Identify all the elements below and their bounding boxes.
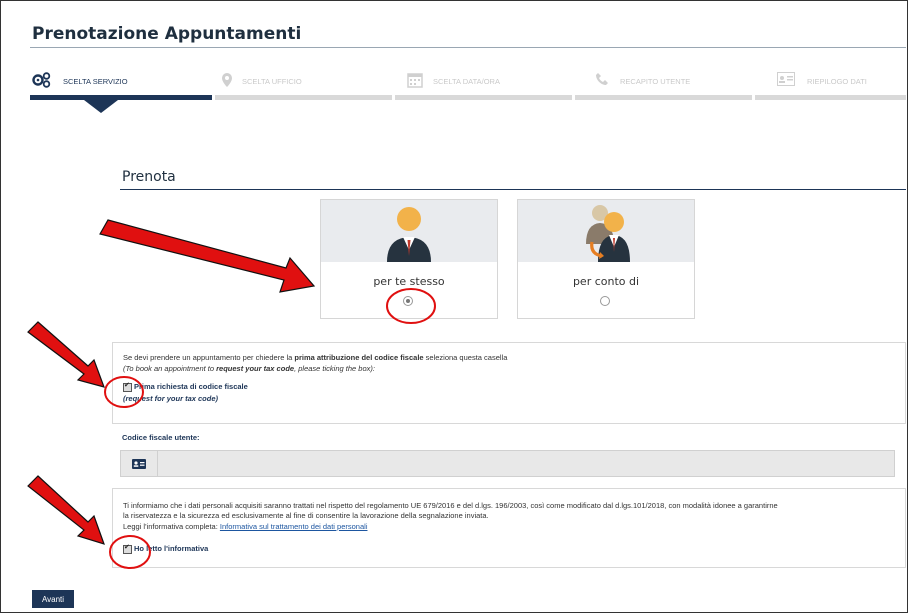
tax-code-text-line1: Se devi prendere un appuntamento per chi… <box>123 353 508 362</box>
card-image-area <box>321 200 497 262</box>
codice-fiscale-label: Codice fiscale utente: <box>122 433 200 442</box>
wizard-steps: SCELTA SERVIZIO SCELTA UFFICIO SCELTA DA… <box>30 68 906 100</box>
privacy-text-line2: la riservatezza e la sicurezza ed esclus… <box>123 511 489 520</box>
calendar-icon <box>407 72 423 93</box>
map-pin-icon <box>221 72 233 93</box>
step-label: RECAPITO UTENTE <box>620 77 691 86</box>
radio-other[interactable] <box>600 296 610 306</box>
next-button[interactable]: Avanti <box>32 590 74 608</box>
step-bar <box>575 95 752 100</box>
card-image-area <box>518 200 694 262</box>
title-divider <box>30 47 906 48</box>
first-tax-code-checkbox-row[interactable]: Prima richiesta di codice fiscale <box>123 381 248 392</box>
id-card-icon <box>777 72 795 91</box>
step-bar <box>755 95 906 100</box>
phone-icon <box>595 72 609 91</box>
checkbox-label: Prima richiesta di codice fiscale <box>134 382 248 391</box>
privacy-checkbox-row[interactable]: Ho letto l'informativa <box>123 543 209 554</box>
first-tax-code-checkbox[interactable] <box>123 381 132 392</box>
step-scelta-ufficio[interactable]: SCELTA UFFICIO <box>215 68 392 100</box>
step-label: SCELTA DATA/ORA <box>433 77 500 86</box>
person-icon <box>387 207 431 262</box>
privacy-checkbox[interactable] <box>123 543 132 554</box>
privacy-text-line1: Ti informiamo che i dati personali acqui… <box>123 501 778 510</box>
gears-icon <box>32 72 52 93</box>
step-bar <box>395 95 572 100</box>
page-title: Prenotazione Appuntamenti <box>32 24 302 44</box>
tax-code-text-line2: (To book an appointment to request your … <box>123 364 375 373</box>
step-label: SCELTA SERVIZIO <box>63 77 128 86</box>
privacy-box: Ti informiamo che i dati personali acqui… <box>112 488 906 568</box>
step-label: RIEPILOGO DATI <box>807 77 867 86</box>
section-title: Prenota <box>122 169 176 185</box>
step-label: SCELTA UFFICIO <box>242 77 302 86</box>
checkbox-sublabel: (request for your tax code) <box>123 394 219 403</box>
option-label: per te stesso <box>373 275 445 288</box>
privacy-text-line3: Leggi l'informativa completa: Informativ… <box>123 522 368 531</box>
option-card-other[interactable]: per conto di <box>517 199 695 319</box>
step-scelta-servizio[interactable]: SCELTA SERVIZIO <box>30 68 212 100</box>
privacy-policy-link[interactable]: Informativa sul trattamento dei dati per… <box>220 522 368 531</box>
step-scelta-data-ora[interactable]: SCELTA DATA/ORA <box>395 68 572 100</box>
checkbox-label: Ho letto l'informativa <box>134 544 209 553</box>
option-card-self[interactable]: per te stesso <box>320 199 498 319</box>
id-card-icon <box>121 451 158 476</box>
step-riepilogo-dati[interactable]: RIEPILOGO DATI <box>755 68 906 100</box>
radio-self[interactable] <box>403 296 413 306</box>
people-exchange-icon <box>586 205 630 262</box>
step-recapito-utente[interactable]: RECAPITO UTENTE <box>575 68 752 100</box>
codice-fiscale-field[interactable] <box>120 450 895 477</box>
option-label: per conto di <box>572 275 640 288</box>
tax-code-box: Se devi prendere un appuntamento per chi… <box>112 342 906 424</box>
section-divider <box>120 189 906 190</box>
step-bar <box>215 95 392 100</box>
step-bar <box>30 95 212 100</box>
active-step-pointer <box>84 100 118 113</box>
